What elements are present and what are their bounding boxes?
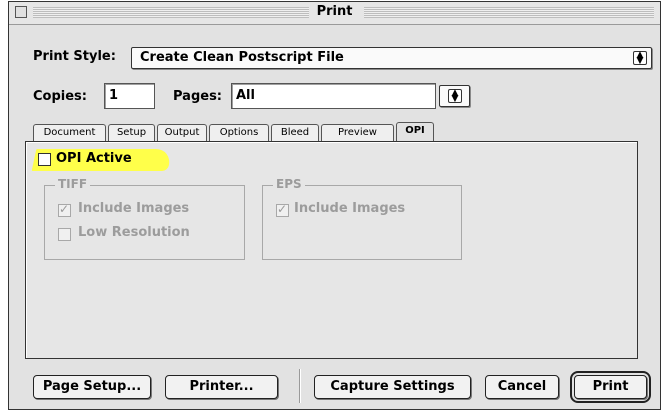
tiff-group <box>44 185 245 260</box>
tiff-group-title: TIFF <box>55 177 91 191</box>
pages-label: Pages: <box>173 89 223 104</box>
title-bar[interactable]: Print <box>9 2 660 25</box>
cancel-button[interactable]: Cancel <box>485 375 559 399</box>
print-style-label: Print Style: <box>33 49 116 64</box>
tab-setup[interactable]: Setup <box>108 124 155 141</box>
tab-bleed[interactable]: Bleed <box>271 124 319 141</box>
opi-active-label: OPI Active <box>56 151 132 166</box>
print-style-popup[interactable]: Create Clean Postscript File ▲ ▼ <box>131 47 652 69</box>
page-setup-button[interactable]: Page Setup... <box>33 375 151 399</box>
print-style-value: Create Clean Postscript File <box>140 50 344 65</box>
tiff-include-images-checkbox[interactable] <box>58 202 71 217</box>
button-separator <box>299 369 301 403</box>
tab-output[interactable]: Output <box>157 124 207 141</box>
opi-active-checkbox[interactable] <box>38 153 51 166</box>
tab-options[interactable]: Options <box>209 124 269 141</box>
eps-group <box>262 185 462 260</box>
tab-preview[interactable]: Preview <box>321 124 394 141</box>
window-title: Print <box>9 4 660 19</box>
eps-include-images-checkbox[interactable] <box>276 202 289 217</box>
tiff-low-resolution-checkbox[interactable] <box>58 228 71 241</box>
copies-label: Copies: <box>33 89 87 104</box>
eps-group-title: EPS <box>273 177 305 191</box>
updown-arrows-icon: ▲ ▼ <box>633 51 647 66</box>
tiff-low-resolution-label: Low Resolution <box>78 225 190 240</box>
capture-settings-button[interactable]: Capture Settings <box>314 375 471 399</box>
copies-field[interactable]: 1 <box>104 83 155 109</box>
eps-include-images-label: Include Images <box>294 201 406 216</box>
updown-arrows-icon: ▲ ▼ <box>448 89 462 104</box>
tab-document[interactable]: Document <box>33 124 106 141</box>
pages-field[interactable]: All <box>231 83 436 109</box>
tab-opi[interactable]: OPI <box>396 122 434 141</box>
print-button[interactable]: Print <box>570 371 651 403</box>
tiff-include-images-label: Include Images <box>78 201 190 216</box>
printer-button[interactable]: Printer... <box>165 375 278 399</box>
pages-popup[interactable]: ▲ ▼ <box>439 85 470 107</box>
